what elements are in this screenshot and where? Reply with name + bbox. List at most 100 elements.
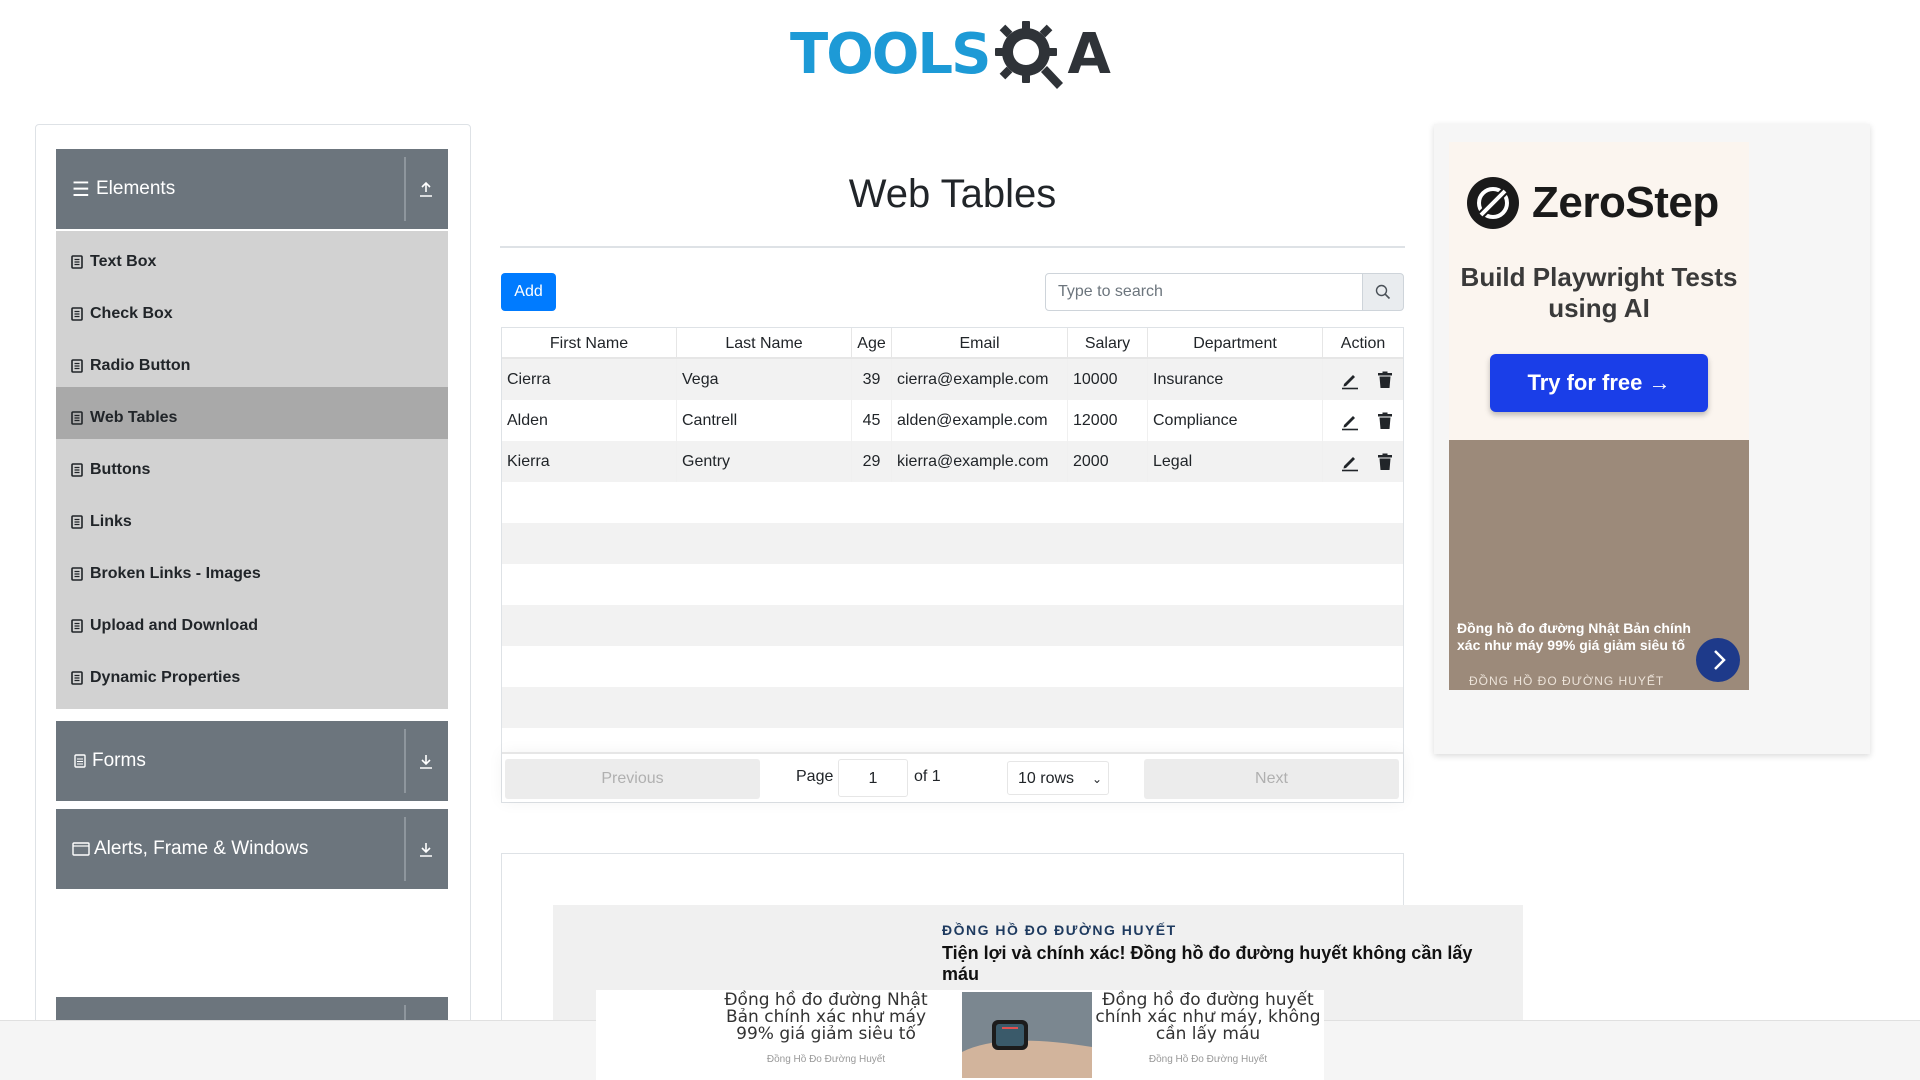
cell-last-name: Vega	[677, 359, 852, 400]
table-row-empty	[502, 523, 1403, 564]
zerostep-brand: ZeroStep	[1532, 178, 1719, 227]
rows-per-page-select[interactable]: 10 rows ⌄	[1007, 761, 1109, 795]
arrow-down-icon[interactable]	[414, 749, 438, 773]
table-header: First Name Last Name Age Email Salary De…	[502, 328, 1403, 359]
ad-strip-left-sub: Đồng Hồ Đo Đường Huyết	[766, 1054, 886, 1065]
ad-strip-bottom[interactable]: Đồng hồ đo đường Nhật Bản chính xác như …	[596, 990, 1324, 1080]
ad-image[interactable]: Đồng hồ đo đường Nhật Bản chính xác như …	[1449, 440, 1749, 690]
window-icon	[72, 842, 90, 856]
sidebar: ☰ Elements Text Box Check Box Radio Butt…	[35, 124, 471, 1044]
ad-strip-left-text: Đồng hồ đo đường Nhật Bản chính xác như …	[724, 990, 928, 1044]
ad-strip-left[interactable]: Đồng hồ đo đường Nhật Bản chính xác như …	[596, 990, 956, 1080]
column-header[interactable]: First Name	[502, 328, 677, 359]
delete-icon[interactable]	[1375, 370, 1395, 390]
cell-age: 45	[852, 400, 892, 441]
edit-icon[interactable]	[1340, 411, 1360, 431]
group-title: Alerts, Frame & Windows	[94, 838, 309, 859]
cell-department: Legal	[1148, 441, 1323, 482]
column-header[interactable]: Department	[1148, 328, 1323, 359]
search-button[interactable]	[1362, 273, 1404, 311]
cell-department: Insurance	[1148, 359, 1323, 400]
form-icon	[74, 754, 86, 768]
logo-text-tools: TOOLS	[790, 21, 991, 87]
divider	[404, 729, 406, 793]
edit-icon[interactable]	[1340, 452, 1360, 472]
title-divider	[500, 246, 1405, 248]
divider	[404, 817, 406, 881]
column-header[interactable]: Email	[892, 328, 1068, 359]
search-input[interactable]	[1045, 273, 1363, 311]
ad-tagline: Build Playwright Tests using AI	[1460, 262, 1738, 323]
group-header-elements[interactable]: ☰ Elements	[56, 149, 448, 229]
cell-first-name: Kierra	[502, 441, 677, 482]
page: TOOLS A ☰ Elements Text Box Check Box Ra…	[0, 0, 1920, 1080]
column-header[interactable]: Salary	[1068, 328, 1148, 359]
search-icon	[1375, 284, 1391, 300]
group-title: Forms	[92, 750, 146, 771]
menu-item-label: Web Tables	[90, 409, 178, 426]
next-button[interactable]: Next	[1144, 759, 1399, 799]
document-icon	[71, 359, 83, 373]
previous-button[interactable]: Previous	[505, 759, 760, 799]
document-icon	[71, 307, 83, 321]
web-table: First Name Last Name Age Email Salary De…	[501, 327, 1404, 803]
gear-magnifier-icon	[995, 21, 1064, 89]
chevron-right-icon	[1714, 650, 1726, 670]
table-row-empty	[502, 728, 1403, 752]
page-label: Page	[796, 768, 834, 785]
ad-strip-right-sub: Đồng Hồ Đo Đường Huyết	[1148, 1054, 1268, 1065]
menu-item-label: Upload and Download	[90, 617, 258, 634]
pagination: Previous Page 1 of 1 10 rows ⌄ Next	[502, 752, 1403, 802]
logo-text-a: A	[1067, 21, 1110, 87]
divider	[404, 157, 406, 221]
document-icon	[71, 463, 83, 477]
edit-icon[interactable]	[1340, 370, 1360, 390]
smartwatch-image	[962, 992, 1092, 1078]
group-title: Elements	[96, 178, 176, 199]
page-title: Web Tables	[848, 172, 1057, 216]
group-header-forms[interactable]: Forms	[56, 721, 448, 801]
cell-salary: 10000	[1068, 359, 1148, 400]
document-icon	[71, 671, 83, 685]
table-row: Kierra Gentry 29 kierra@example.com 2000…	[502, 441, 1403, 482]
table-row: Cierra Vega 39 cierra@example.com 10000 …	[502, 359, 1403, 400]
column-header[interactable]: Last Name	[677, 328, 852, 359]
add-button[interactable]: Add	[501, 273, 556, 311]
cell-first-name: Cierra	[502, 359, 677, 400]
menu-item-label: Check Box	[90, 305, 173, 322]
document-icon	[71, 567, 83, 581]
table-row-empty	[502, 687, 1403, 728]
menu-item-label: Radio Button	[90, 357, 191, 374]
column-header[interactable]: Age	[852, 328, 892, 359]
cell-salary: 12000	[1068, 400, 1148, 441]
zerostep-logo-icon	[1467, 177, 1519, 229]
delete-icon[interactable]	[1375, 452, 1395, 472]
try-for-free-button[interactable]: Try for free →	[1490, 354, 1708, 412]
cell-salary: 2000	[1068, 441, 1148, 482]
ad-zerostep[interactable]: ZeroStep Build Playwright Tests using AI…	[1434, 124, 1870, 754]
cell-email: cierra@example.com	[892, 359, 1068, 400]
table-row-empty	[502, 482, 1403, 523]
toolsqa-logo[interactable]: TOOLS A	[790, 18, 1111, 90]
menu-item-label: Buttons	[90, 461, 151, 478]
menu-item-dynamic-properties[interactable]: Dynamic Properties	[56, 647, 448, 709]
menu-item-label: Links	[90, 513, 132, 530]
menu-item-label: Text Box	[90, 253, 157, 270]
menu-item-label: Dynamic Properties	[90, 669, 241, 686]
group-header-alerts[interactable]: Alerts, Frame & Windows	[56, 809, 448, 889]
page-number-input[interactable]: 1	[838, 759, 908, 797]
menu-item-label: Broken Links - Images	[90, 565, 261, 582]
cell-age: 39	[852, 359, 892, 400]
ad-strip-right[interactable]: Đồng hồ đo đường huyết chính xác như máy…	[1092, 990, 1324, 1080]
zerostep-logo: ZeroStep	[1466, 176, 1719, 230]
table-row-empty	[502, 564, 1403, 605]
arrow-up-icon[interactable]	[414, 177, 438, 201]
arrow-down-icon[interactable]	[414, 837, 438, 861]
ad-brand: ĐỒNG HỒ ĐO ĐƯỜNG HUYẾT	[942, 922, 1177, 938]
delete-icon[interactable]	[1375, 411, 1395, 431]
table-row-empty	[502, 646, 1403, 687]
ad-next-button[interactable]	[1696, 638, 1740, 682]
table-row: Alden Cantrell 45 alden@example.com 1200…	[502, 400, 1403, 441]
ad-caption: Đồng hồ đo đường Nhật Bản chính xác như …	[1457, 620, 1691, 653]
ad-strip-photo[interactable]	[962, 992, 1092, 1078]
